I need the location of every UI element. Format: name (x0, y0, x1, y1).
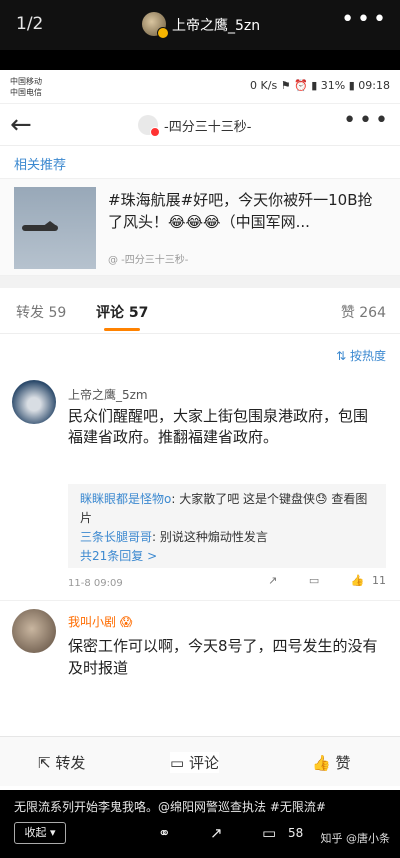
more-dots-icon[interactable]: • • • (341, 7, 386, 32)
more-dots-icon[interactable]: • • • (343, 108, 388, 133)
commenter-name[interactable]: 上帝之鹰_5zm (68, 386, 148, 403)
post-caption: 无限流系列开始李鬼我咯。@绵阳网警巡查执法 #无限流# (14, 800, 326, 814)
comment-text: 民众们醒醒吧，大家上街包围泉港政府，包围福建省政府。推翻福建省政府。 (68, 407, 369, 446)
tab-like[interactable]: 赞 264 (341, 302, 386, 322)
tab-comment[interactable]: 评论 57 (96, 302, 149, 322)
comment-item: 上帝之鹰_5zm 民众们醒醒吧，大家上街包围泉港政府，包围福建省政府。推翻福建省… (0, 374, 400, 600)
divider (0, 276, 400, 288)
collapse-button[interactable]: 收起 ▾ (14, 822, 66, 844)
carrier-2: 中国电信 (10, 88, 42, 97)
comment-icon[interactable]: ▭ (309, 574, 319, 587)
related-text: #珠海航展#好吧，今天你被歼一10B抢了风头！😂😂😂（中国军网... (108, 191, 373, 231)
like-count: 11 (372, 574, 386, 587)
comment-time: 11-8 09:09 (68, 578, 123, 589)
page-index: 1/2 (16, 14, 44, 34)
comment-item: 我叫小剧 😱 保密工作可以啊，今天8号了，四号发生的没有及时报道 (0, 600, 400, 696)
tab-repost[interactable]: 转发 59 (16, 302, 66, 322)
carrier-1: 中国移动 (10, 77, 42, 86)
tab-underline (104, 328, 140, 331)
screenshot-content: 中国移动 中国电信 0 K/s ⚑ ⏰ ▮ 31% ▮ 09:18 ← -四分三… (0, 70, 400, 790)
repost-button[interactable]: ⇱ 转发 (38, 752, 85, 773)
reply-name[interactable]: 三条长腿哥哥 (80, 530, 152, 544)
status-bar: 中国移动 中国电信 0 K/s ⚑ ⏰ ▮ 31% ▮ 09:18 (0, 70, 400, 104)
more-replies-link[interactable]: 共21条回复 > (80, 547, 374, 566)
poster-avatar[interactable] (142, 12, 169, 39)
commenter-avatar[interactable] (12, 380, 56, 424)
collapse-label: 收起 (24, 826, 47, 839)
related-source: @ -四分三十三秒- (108, 255, 189, 266)
reply-line: 眯眯眼都是怪物o: 大家散了吧 这是个键盘侠😓 查看图片 (80, 490, 374, 528)
comment-label: 评论 (188, 754, 219, 772)
back-arrow-icon[interactable]: ← (10, 110, 32, 140)
comments-count: 58 (288, 826, 304, 840)
like-label: 赞 (335, 754, 351, 772)
jet-icon (22, 221, 58, 231)
repost-label: 转发 (55, 754, 86, 772)
carrier-info: 中国移动 中国电信 (10, 76, 42, 98)
viewer-top-bar: 1/2 上帝之鹰_5zn • • • (0, 0, 400, 50)
reply-box[interactable]: 眯眯眼都是怪物o: 大家散了吧 这是个键盘侠😓 查看图片 三条长腿哥哥: 别说这… (68, 484, 386, 568)
share-icon[interactable]: ⚭ (158, 824, 171, 842)
reply-line: 三条长腿哥哥: 别说这种煽动性发言 (80, 528, 374, 547)
jet-thumbnail (14, 187, 96, 269)
weibo-navbar: ← -四分三十三秒- • • • (0, 104, 400, 146)
comment-button[interactable]: ▭ 评论 (170, 752, 219, 773)
watermark: 知乎 @唐小条 (320, 832, 391, 845)
related-card[interactable]: #珠海航展#好吧，今天你被歼一10B抢了风头！😂😂😂（中国军网... @ -四分… (0, 178, 400, 276)
author-avatar[interactable] (138, 115, 160, 137)
sort-label: 按热度 (349, 349, 386, 363)
share-icon[interactable]: ↗ (268, 574, 277, 587)
commenter-name[interactable]: 我叫小剧 😱 (68, 613, 132, 630)
author-title[interactable]: -四分三十三秒- (164, 116, 251, 135)
comment-actions: ↗ ▭ 👍 11 (240, 574, 386, 587)
viewer-bottom: 无限流系列开始李鬼我咯。@绵阳网警巡查执法 #无限流# 收起 ▾ ⚭ ↗ ▭ 5… (0, 790, 400, 858)
post-action-bar: ⇱ 转发 ▭ 评论 👍 赞 (0, 736, 400, 786)
reply-text: : 别说这种煽动性发言 (152, 530, 268, 544)
reply-name[interactable]: 眯眯眼都是怪物o (80, 492, 171, 506)
sort-row: ⇅ 按热度 (0, 334, 400, 374)
commenter-avatar[interactable] (12, 609, 56, 653)
comment-text: 保密工作可以啊，今天8号了，四号发生的没有及时报道 (68, 637, 378, 677)
poster-name[interactable]: 上帝之鹰_5zn (172, 15, 260, 35)
like-icon[interactable]: 👍 (351, 574, 365, 587)
sort-button[interactable]: ⇅ 按热度 (336, 347, 386, 364)
related-label: 相关推荐 (0, 146, 400, 178)
forward-icon[interactable]: ↗ (210, 824, 223, 842)
like-button[interactable]: 👍 赞 (312, 752, 350, 773)
comments-icon[interactable]: ▭ (262, 824, 276, 842)
tab-bar: 转发 59 评论 57 赞 264 (0, 288, 400, 334)
status-right: 0 K/s ⚑ ⏰ ▮ 31% ▮ 09:18 (250, 79, 390, 92)
